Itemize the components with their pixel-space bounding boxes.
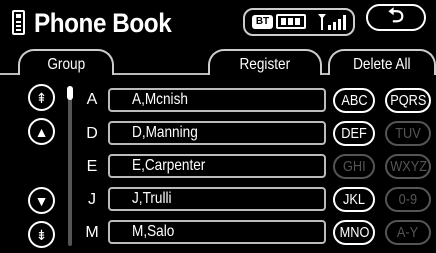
index-button-0-9: 0-9	[385, 187, 431, 212]
entry-name: A,Mcnish	[132, 91, 188, 108]
entry-letter: A	[86, 91, 98, 108]
list-item[interactable]: M,Salo	[108, 220, 326, 244]
index-label: MNO	[339, 224, 369, 241]
entry-letter: M	[85, 224, 99, 241]
index-label: ABC	[340, 92, 368, 109]
page-title: Phone Book	[34, 8, 172, 38]
up-arrow-icon: ▲	[34, 123, 49, 140]
page-up-button[interactable]: ⇞	[28, 84, 55, 111]
entry-name: D,Manning	[132, 124, 198, 141]
delete-all-button[interactable]: Delete All	[328, 49, 436, 75]
index-button-a-y: A-Y	[385, 220, 431, 245]
index-label: 0-9	[398, 191, 418, 208]
entry-name: M,Salo	[132, 223, 175, 240]
index-label: A-Y	[397, 224, 419, 241]
group-button-label: Group	[47, 56, 85, 73]
register-button-label: Register	[239, 56, 291, 73]
scrollbar-thumb[interactable]	[67, 86, 73, 100]
back-button[interactable]: ⮌	[366, 4, 426, 31]
scrollbar-rail	[68, 86, 72, 246]
entry-name: E,Carpenter	[132, 157, 206, 174]
index-label: TUV	[395, 125, 421, 142]
index-label: PQRS	[390, 92, 427, 109]
list-item[interactable]: E,Carpenter	[108, 154, 326, 178]
index-label: JKL	[343, 191, 365, 208]
index-button-wxyz: WXYZ	[385, 154, 431, 179]
index-label: DEF	[341, 125, 367, 142]
index-button-pqrs[interactable]: PQRS	[385, 88, 431, 113]
index-button-jkl[interactable]: JKL	[333, 187, 375, 212]
delete-all-button-label: Delete All	[353, 56, 411, 73]
battery-icon	[276, 14, 306, 29]
entry-letter: J	[88, 191, 96, 208]
double-down-arrow-icon: ⇟	[35, 226, 48, 243]
back-arrow-icon: ⮌	[387, 4, 405, 27]
register-button[interactable]: Register	[208, 49, 322, 75]
scrollbar[interactable]	[65, 86, 75, 246]
entry-letter: D	[86, 125, 98, 142]
double-up-arrow-icon: ⇞	[35, 89, 48, 106]
index-label: GHI	[342, 158, 366, 175]
index-button-abc[interactable]: ABC	[333, 88, 375, 113]
index-button-def[interactable]: DEF	[333, 121, 375, 146]
down-arrow-icon: ▼	[34, 192, 49, 209]
group-button[interactable]: Group	[18, 49, 114, 75]
index-button-mno[interactable]: MNO	[333, 220, 375, 245]
scroll-down-button[interactable]: ▼	[28, 187, 55, 214]
index-button-ghi: GHI	[333, 154, 375, 179]
index-label: WXYZ	[390, 158, 428, 175]
bluetooth-badge: BT	[252, 15, 273, 29]
list-item[interactable]: D,Manning	[108, 121, 326, 145]
index-button-tuv: TUV	[385, 121, 431, 146]
list-item[interactable]: J,Trulli	[108, 187, 326, 211]
entry-letter: E	[86, 158, 98, 175]
page-down-button[interactable]: ⇟	[28, 221, 55, 248]
entry-name: J,Trulli	[132, 190, 172, 207]
list-item[interactable]: A,Mcnish	[108, 88, 326, 112]
phonebook-icon	[12, 10, 25, 35]
signal-strength-icon	[318, 14, 346, 30]
scroll-up-button[interactable]: ▲	[28, 118, 55, 145]
